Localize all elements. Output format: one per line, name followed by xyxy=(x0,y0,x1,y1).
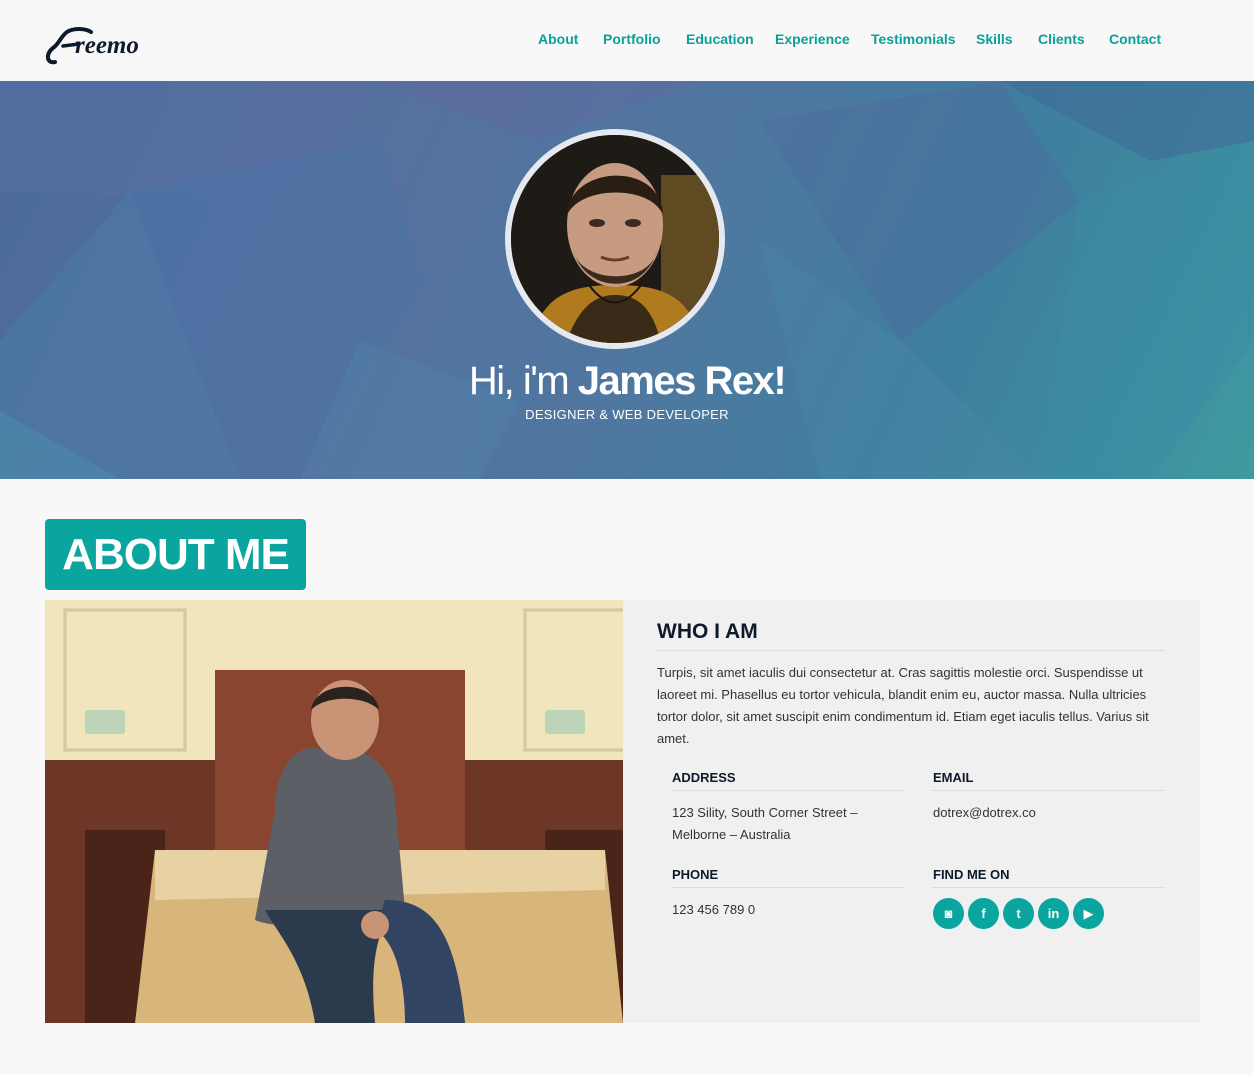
address-label: ADDRESS xyxy=(672,770,903,791)
nav-portfolio[interactable]: Portfolio xyxy=(603,31,661,47)
nav-about[interactable]: About xyxy=(538,31,578,47)
phone-value: 123 456 789 0 xyxy=(672,902,756,917)
profile-avatar xyxy=(511,135,719,343)
find-me-on-label: FIND ME ON xyxy=(933,867,1164,888)
about-section-title: ABOUT ME xyxy=(45,519,306,590)
address-block: ADDRESS 123 Sility, South Corner Street … xyxy=(672,770,903,846)
social-links: ◙ f t in ▶ xyxy=(933,898,1164,929)
profile-avatar-ring xyxy=(505,129,725,349)
email-label: EMAIL xyxy=(933,770,1164,791)
nav-skills[interactable]: Skills xyxy=(976,31,1013,47)
hero-heading: Hi, i'm James Rex! xyxy=(0,359,1254,404)
main-nav: About Portfolio Education Experience Tes… xyxy=(0,31,1254,51)
social-block: FIND ME ON ◙ f t in ▶ xyxy=(933,867,1164,929)
about-info-panel: WHO I AM Turpis, sit amet iaculis dui co… xyxy=(623,600,1200,1023)
hero-name: James Rex! xyxy=(577,359,787,403)
who-i-am-heading: WHO I AM xyxy=(657,620,1165,651)
email-value[interactable]: dotrex@dotrex.co xyxy=(933,802,1164,824)
phone-label: PHONE xyxy=(672,867,903,888)
hero-subtitle: DESIGNER & WEB DEVELOPER xyxy=(525,407,729,422)
twitter-icon[interactable]: t xyxy=(1003,898,1034,929)
hero-greeting: Hi, i'm xyxy=(468,359,570,403)
nav-education[interactable]: Education xyxy=(686,31,754,47)
who-i-am-text: Turpis, sit amet iaculis dui consectetur… xyxy=(657,665,1149,746)
hero-banner: Hi, i'm James Rex! DESIGNER & WEB DEVELO… xyxy=(0,81,1254,479)
facebook-icon[interactable]: f xyxy=(968,898,999,929)
nav-experience[interactable]: Experience xyxy=(775,31,850,47)
email-block: EMAIL dotrex@dotrex.co xyxy=(933,770,1164,824)
instagram-icon[interactable]: ◙ xyxy=(933,898,964,929)
address-value: 123 Sility, South Corner Street – Melbor… xyxy=(672,805,858,842)
nav-clients[interactable]: Clients xyxy=(1038,31,1085,47)
nav-contact[interactable]: Contact xyxy=(1109,31,1161,47)
linkedin-icon[interactable]: in xyxy=(1038,898,1069,929)
navbar: reemo About Portfolio Education Experien… xyxy=(0,0,1254,81)
about-photo xyxy=(45,600,623,1023)
youtube-icon[interactable]: ▶ xyxy=(1073,898,1104,929)
phone-block: PHONE 123 456 789 0 xyxy=(672,867,903,921)
nav-testimonials[interactable]: Testimonials xyxy=(871,31,956,47)
